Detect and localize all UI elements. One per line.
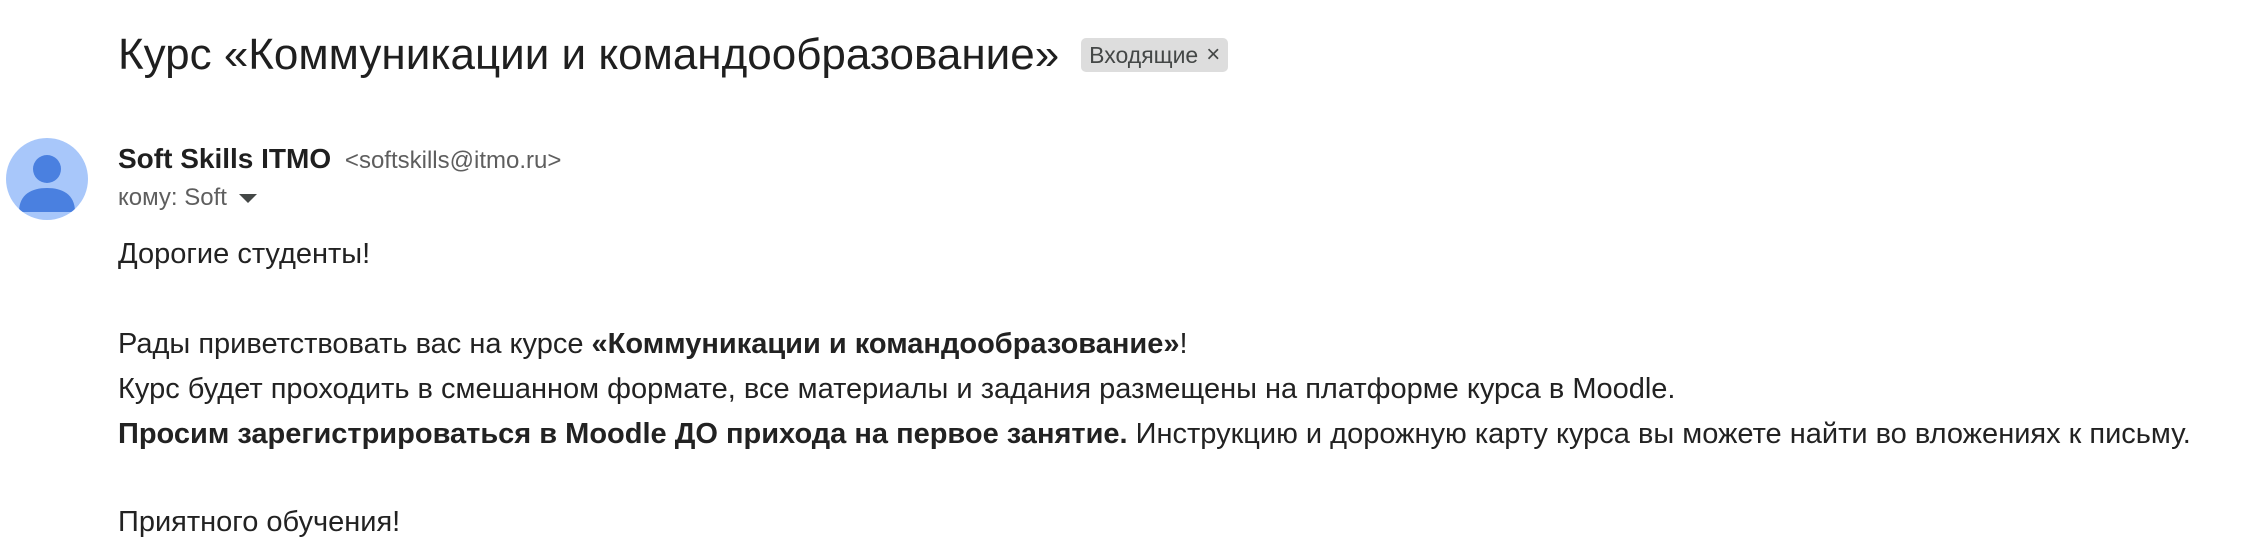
welcome-suffix: ! [1179,328,1188,360]
register-bold: Просим зарегистрироваться в Moodle ДО пр… [118,418,1128,450]
sender-name[interactable]: Soft Skills ITMO [118,143,331,174]
inbox-label-chip[interactable]: Входящие × [1081,38,1229,72]
closing-line: Приятного обучения! [118,506,401,538]
course-name: «Коммуникации и командообразование» [591,328,1180,360]
subject-row: Курс «Коммуникации и командообразование»… [118,26,1229,84]
register-rest: Инструкцию и дорожную карту курса вы мож… [1127,418,2191,450]
caret-down-icon[interactable] [238,193,257,203]
close-icon[interactable]: × [1206,43,1220,67]
email-subject: Курс «Коммуникации и командообразование» [118,30,1060,79]
recipient-line: кому: Soft [118,181,257,215]
sender-line: Soft Skills ITMO <softskills@itmo.ru> [118,141,561,179]
recipient-text: кому: Soft [118,184,227,211]
welcome-line: Рады приветствовать вас на курсе «Коммун… [118,324,1188,364]
greeting-line: Дорогие студенты! [118,238,371,270]
label-chip-text: Входящие [1089,41,1199,68]
register-line: Просим зарегистрироваться в Moodle ДО пр… [118,414,2191,454]
welcome-prefix: Рады приветствовать вас на курсе [118,328,592,360]
format-line: Курс будет проходить в смешанном формате… [118,373,1676,405]
sender-email: <softskills@itmo.ru> [344,147,562,174]
person-avatar-icon [19,155,75,212]
sender-avatar[interactable] [6,138,88,220]
